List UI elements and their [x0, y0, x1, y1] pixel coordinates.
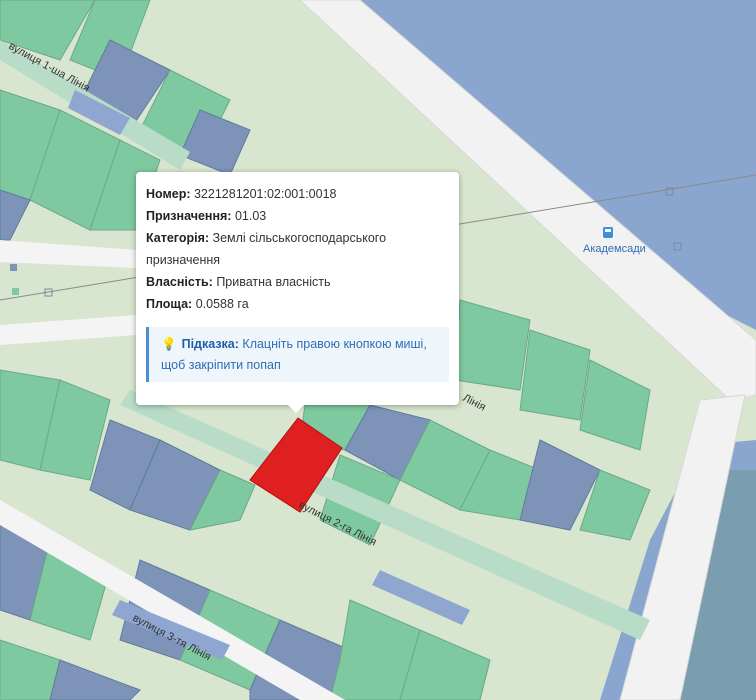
bus-icon-window	[605, 229, 611, 232]
popup-purpose-value: 01.03	[234, 209, 267, 223]
station-label: Академсади	[583, 243, 646, 255]
boundary-marker	[12, 288, 19, 295]
lightbulb-icon: 💡	[161, 337, 177, 351]
popup-area-label: Площа:	[146, 297, 193, 311]
popup-purpose-row: Призначення: 01.03	[146, 205, 449, 227]
popup-ownership-value: Приватна власність	[216, 275, 331, 289]
popup-purpose-label: Призначення:	[146, 209, 232, 223]
popup-ownership-row: Власність: Приватна власність	[146, 271, 449, 293]
parcel-popup[interactable]: Номер: 3221281201:02:001:0018 Призначенн…	[136, 172, 459, 413]
popup-category-label: Категорія:	[146, 231, 210, 245]
popup-number-label: Номер:	[146, 187, 191, 201]
popup-category-row: Категорія: Землі сільськогосподарського …	[146, 227, 449, 271]
popup-area-value: 0.0588 га	[195, 297, 249, 311]
popup-hint-label: Підказка:	[181, 337, 239, 351]
bus-icon	[603, 227, 613, 238]
popup-hint: 💡 Підказка: Клацніть правою кнопкою миші,…	[146, 327, 449, 382]
boundary-marker	[10, 264, 17, 271]
popup-number-value: 3221281201:02:001:0018	[193, 187, 337, 201]
popup-area-row: Площа: 0.0588 га	[146, 293, 449, 315]
popup-ownership-label: Власність:	[146, 275, 213, 289]
popup-number-row: Номер: 3221281201:02:001:0018	[146, 183, 449, 205]
